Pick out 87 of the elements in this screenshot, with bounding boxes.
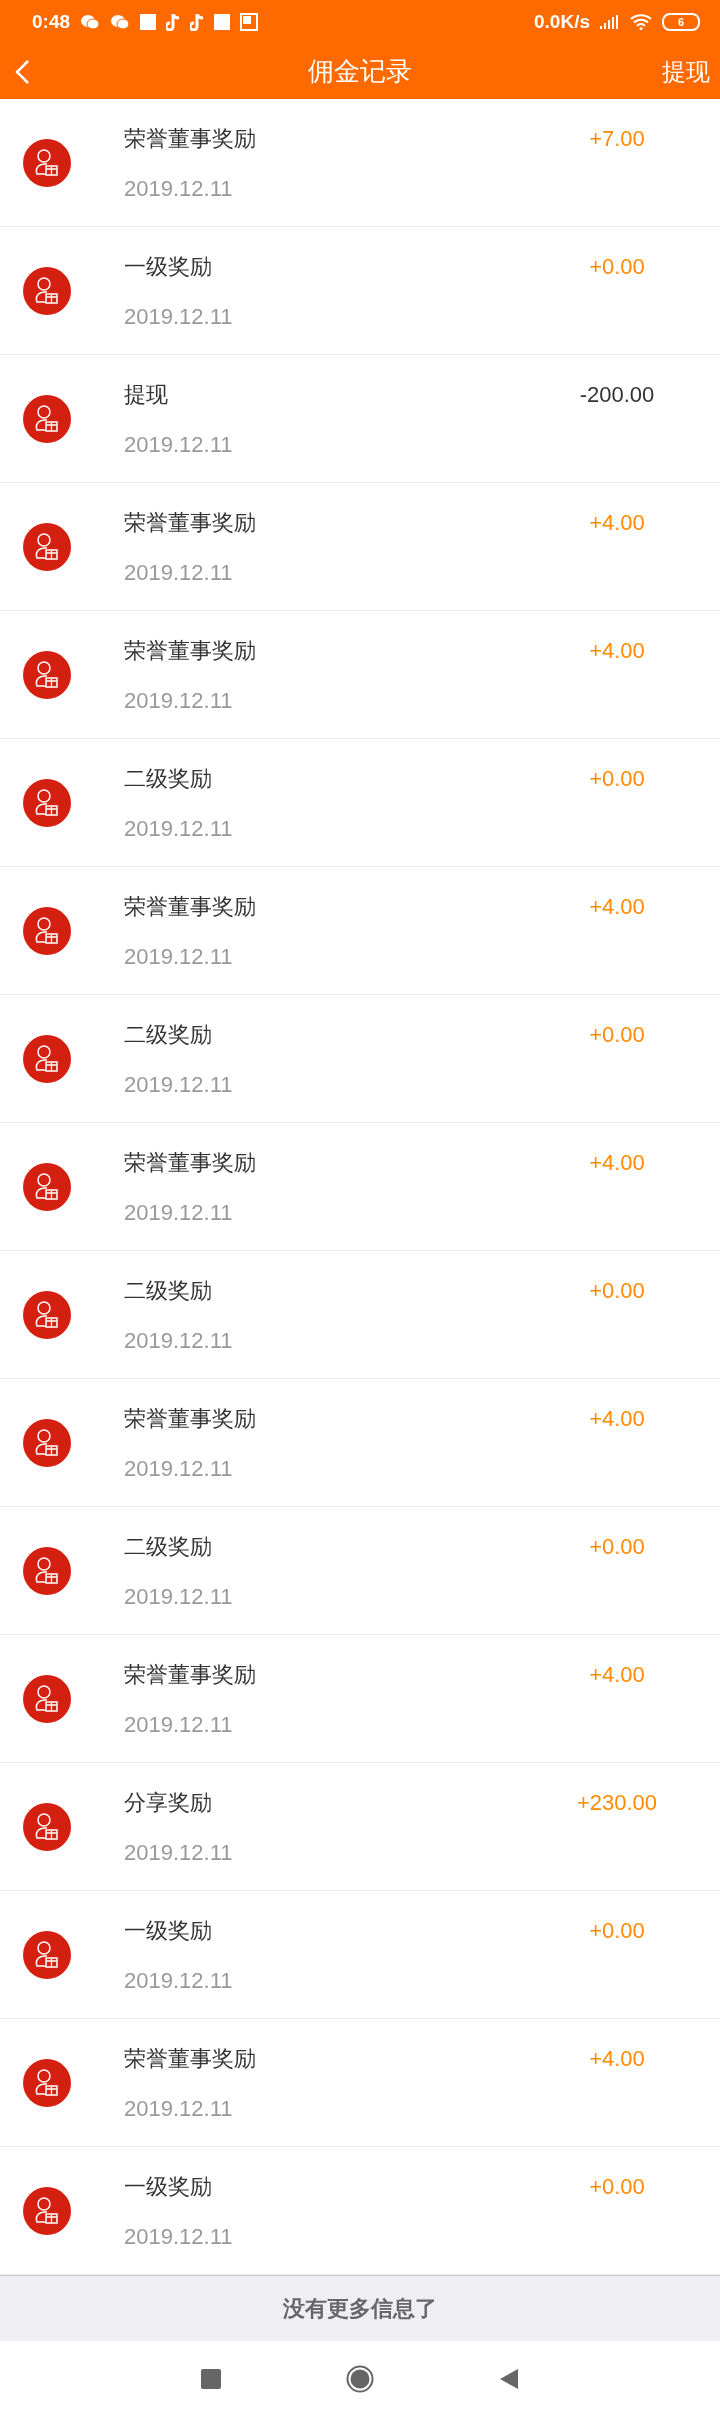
record-amount: +0.00: [589, 1918, 645, 1944]
record-amount: +4.00: [589, 894, 645, 920]
user-gift-icon: [23, 778, 71, 827]
back-nav-button[interactable]: [499, 2367, 519, 2390]
record-title: 二级奖励: [124, 764, 213, 793]
user-gift-icon: [23, 906, 71, 955]
signal-icon: [600, 15, 620, 29]
user-gift-icon: [23, 2058, 71, 2107]
record-amount: +4.00: [589, 638, 645, 664]
record-amount: +4.00: [589, 1406, 645, 1432]
user-gift-icon: [23, 1674, 71, 1723]
music-note-icon: [190, 13, 205, 31]
battery-indicator: 6: [662, 13, 700, 31]
end-of-list-text: 没有更多信息了: [283, 2294, 437, 2323]
record-date: 2019.12.11: [124, 559, 234, 586]
record-date: 2019.12.11: [124, 1071, 234, 1098]
user-gift-icon: [23, 1546, 71, 1595]
record-title: 二级奖励: [124, 1532, 213, 1561]
record-date: 2019.12.11: [124, 1839, 234, 1866]
user-gift-icon: [23, 522, 71, 571]
record-amount: +0.00: [589, 254, 645, 280]
record-amount: +0.00: [589, 2174, 645, 2200]
record-amount: +230.00: [576, 1790, 658, 1816]
chat-icon: [80, 14, 101, 30]
record-date: 2019.12.11: [124, 1967, 234, 1994]
user-gift-icon: [23, 1034, 71, 1083]
user-gift-icon: [23, 138, 71, 187]
user-gift-icon: [23, 2186, 71, 2235]
translate-icon: [240, 13, 259, 31]
user-gift-icon: [23, 266, 71, 315]
back-button[interactable]: [14, 58, 30, 85]
user-gift-icon: [23, 1930, 71, 1979]
record-amount: +0.00: [589, 1022, 645, 1048]
record-date: 2019.12.11: [124, 1199, 234, 1226]
chat-icon: [110, 14, 131, 30]
record-title: 二级奖励: [124, 1020, 213, 1049]
record-amount: +0.00: [589, 766, 645, 792]
record-date: 2019.12.11: [124, 815, 234, 842]
record-title: 一级奖励: [124, 252, 213, 281]
record-amount: -200.00: [579, 382, 655, 408]
record-date: 2019.12.11: [124, 2095, 234, 2122]
record-title: 荣誉董事奖励: [124, 124, 257, 153]
record-date: 2019.12.11: [124, 303, 234, 330]
record-title: 荣誉董事奖励: [124, 1148, 257, 1177]
record-title: 一级奖励: [124, 2172, 213, 2201]
record-date: 2019.12.11: [124, 431, 234, 458]
square-icon: [140, 14, 157, 30]
record-amount: +4.00: [589, 1662, 645, 1688]
record-title: 荣誉董事奖励: [124, 1660, 257, 1689]
record-title: 荣誉董事奖励: [124, 636, 257, 665]
network-speed: 0.0K/s: [534, 11, 590, 33]
record-date: 2019.12.11: [124, 2223, 234, 2250]
record-amount: +0.00: [589, 1534, 645, 1560]
withdraw-button[interactable]: 提现: [662, 55, 710, 88]
user-gift-icon: [23, 1290, 71, 1339]
music-note-icon: [166, 13, 181, 31]
record-amount: +4.00: [589, 2046, 645, 2072]
recent-apps-button[interactable]: [201, 2368, 221, 2389]
square-icon: [214, 14, 231, 30]
record-date: 2019.12.11: [124, 687, 234, 714]
record-title: 二级奖励: [124, 1276, 213, 1305]
record-title: 提现: [124, 380, 169, 409]
record-title: 分享奖励: [124, 1788, 213, 1817]
page-title: 佣金记录: [308, 56, 412, 86]
user-gift-icon: [23, 650, 71, 699]
record-amount: +4.00: [589, 510, 645, 536]
user-gift-icon: [23, 1802, 71, 1851]
record-date: 2019.12.11: [124, 943, 234, 970]
record-amount: +7.00: [589, 126, 645, 152]
record-title: 荣誉董事奖励: [124, 1404, 257, 1433]
status-time: 0:48: [32, 11, 71, 33]
record-date: 2019.12.11: [124, 1583, 234, 1610]
record-amount: +0.00: [589, 1278, 645, 1304]
record-date: 2019.12.11: [124, 1327, 234, 1354]
record-title: 一级奖励: [124, 1916, 213, 1945]
wifi-icon: [630, 14, 652, 30]
record-title: 荣誉董事奖励: [124, 892, 257, 921]
record-title: 荣誉董事奖励: [124, 2044, 257, 2073]
record-date: 2019.12.11: [124, 1455, 234, 1482]
user-gift-icon: [23, 394, 71, 443]
record-date: 2019.12.11: [124, 1711, 234, 1738]
record-amount: +4.00: [589, 1150, 645, 1176]
user-gift-icon: [23, 1162, 71, 1211]
record-title: 荣誉董事奖励: [124, 508, 257, 537]
record-date: 2019.12.11: [124, 175, 234, 202]
home-button[interactable]: [346, 2364, 374, 2393]
user-gift-icon: [23, 1418, 71, 1467]
